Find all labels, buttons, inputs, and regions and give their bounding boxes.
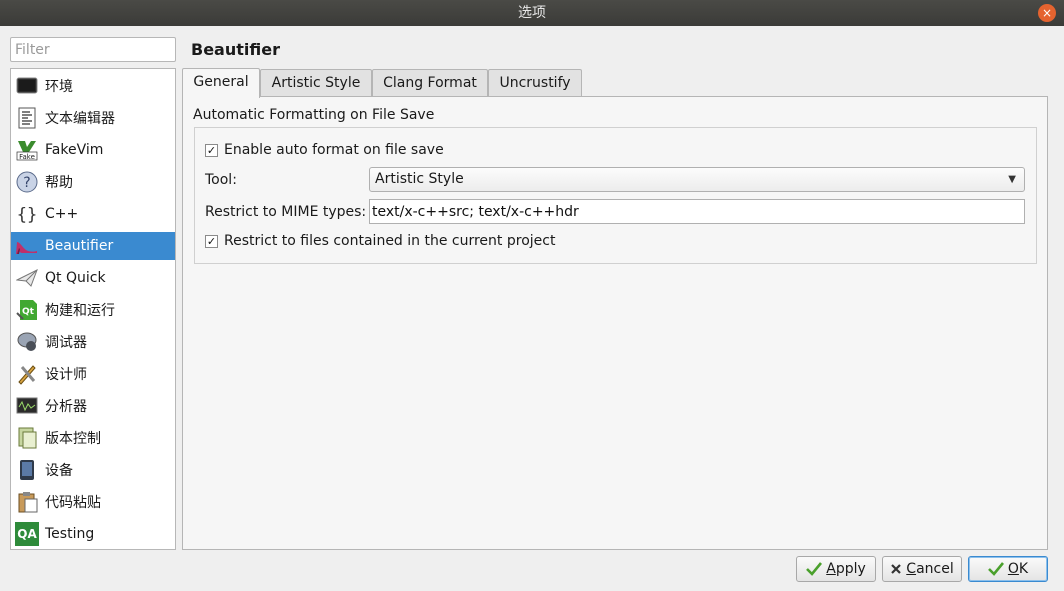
mime-types-input[interactable]: [369, 199, 1025, 224]
nav-item-beautifier[interactable]: Beautifier: [11, 232, 175, 260]
nav-label: 代码粘贴: [45, 495, 101, 511]
device-tablet-icon: [15, 458, 39, 482]
nav-label: Beautifier: [45, 238, 114, 254]
checkbox-box[interactable]: ✓: [205, 143, 218, 157]
ok-mnemonic: O: [1007, 561, 1019, 577]
auto-format-group: ✓ Enable auto format on file save Tool: …: [194, 127, 1037, 264]
cancel-mnemonic: C: [906, 561, 917, 577]
close-icon: ×: [1041, 6, 1053, 20]
page-title: Beautifier: [191, 40, 280, 59]
clipboard-icon: [15, 490, 39, 514]
section-label: Automatic Formatting on File Save: [193, 107, 435, 123]
tab-artistic-style[interactable]: Artistic Style: [260, 69, 372, 97]
nav-item-designer[interactable]: 设计师: [11, 360, 175, 388]
cancel-button[interactable]: Cancel: [882, 556, 962, 582]
nav-item-version-control[interactable]: 版本控制: [11, 424, 175, 452]
svg-text:?: ?: [23, 175, 30, 191]
tool-value: Artistic Style: [375, 171, 464, 187]
nav-item-qt-quick[interactable]: Qt Quick: [11, 264, 175, 292]
nav-label: Qt Quick: [45, 270, 106, 286]
version-control-icon: [15, 426, 39, 450]
nav-label: 分析器: [45, 399, 87, 415]
nav-label: 调试器: [45, 335, 87, 351]
apply-label-rest: pply: [835, 561, 866, 577]
nav-item-text-editor[interactable]: 文本编辑器: [11, 104, 175, 132]
nav-item-help[interactable]: ? 帮助: [11, 168, 175, 196]
qa-icon: QA: [15, 522, 39, 546]
nav-item-devices[interactable]: 设备: [11, 456, 175, 484]
nav-label: 环境: [45, 79, 73, 95]
window-title: 选项: [518, 5, 546, 21]
help-icon: ?: [15, 170, 39, 194]
nav-label: Testing: [45, 526, 95, 542]
nav-item-fakevim[interactable]: Fake FakeVim: [11, 136, 175, 164]
ok-label-rest: K: [1018, 561, 1029, 577]
close-button[interactable]: ×: [1038, 4, 1056, 22]
cancel-x-icon: [890, 563, 902, 575]
nav-label: 版本控制: [45, 431, 101, 447]
nav-label: C++: [45, 206, 79, 222]
nav-item-analyzer[interactable]: 分析器: [11, 392, 175, 420]
nav-item-testing[interactable]: QA Testing: [11, 520, 175, 548]
enable-auto-format-checkbox[interactable]: ✓ Enable auto format on file save: [205, 142, 444, 158]
restrict-project-checkbox[interactable]: ✓ Restrict to files contained in the cur…: [205, 233, 555, 249]
nav-label: 设备: [45, 463, 73, 479]
text-document-icon: [15, 106, 39, 130]
monitor-icon: [15, 74, 39, 98]
nav-item-code-paste[interactable]: 代码粘贴: [11, 488, 175, 516]
filter-input[interactable]: [10, 37, 176, 62]
checkbox-label: Restrict to files contained in the curre…: [224, 233, 556, 249]
category-list: 环境 文本编辑器 Fake FakeVim ? 帮助 {} C++ Beauti…: [10, 68, 176, 550]
high-heel-icon: [15, 234, 39, 258]
svg-text:Qt: Qt: [22, 307, 35, 317]
checkmark-icon: [987, 562, 1004, 576]
cancel-label-rest: ancel: [916, 561, 954, 577]
nav-label: 帮助: [45, 175, 73, 191]
nav-label: FakeVim: [45, 142, 104, 158]
nav-item-debugger[interactable]: 调试器: [11, 328, 175, 356]
paper-plane-icon: [15, 266, 39, 290]
apply-button[interactable]: Apply: [796, 556, 876, 582]
tool-combobox[interactable]: Artistic Style ▼: [369, 167, 1025, 192]
title-bar: 选项 ×: [0, 0, 1064, 26]
braces-icon: {}: [15, 202, 39, 226]
tool-label: Tool:: [205, 172, 237, 188]
qt-build-icon: Qt: [15, 298, 39, 322]
nav-label: 设计师: [45, 367, 87, 383]
svg-text:Fake: Fake: [19, 153, 35, 161]
nav-label: 文本编辑器: [45, 111, 115, 127]
ok-button[interactable]: OK: [968, 556, 1048, 582]
designer-tools-icon: [15, 362, 39, 386]
checkbox-label: Enable auto format on file save: [224, 142, 444, 158]
tab-general[interactable]: General: [182, 68, 260, 98]
nav-item-environment[interactable]: 环境: [11, 72, 175, 100]
qa-badge-text: QA: [17, 527, 37, 541]
checkmark-icon: [806, 562, 823, 576]
nav-item-build-run[interactable]: Qt 构建和运行: [11, 296, 175, 324]
nav-label: 构建和运行: [45, 303, 115, 319]
chevron-down-icon: ▼: [1008, 174, 1016, 185]
general-panel: Automatic Formatting on File Save ✓ Enab…: [182, 96, 1048, 550]
oscilloscope-icon: [15, 394, 39, 418]
mime-label: Restrict to MIME types:: [205, 204, 367, 220]
tab-clang-format[interactable]: Clang Format: [372, 69, 488, 97]
tab-uncrustify[interactable]: Uncrustify: [488, 69, 582, 97]
checkbox-box[interactable]: ✓: [205, 234, 218, 248]
debugger-bug-icon: [15, 330, 39, 354]
fakevim-icon: Fake: [15, 138, 39, 162]
svg-text:{}: {}: [17, 205, 37, 225]
apply-mnemonic: A: [826, 561, 836, 577]
nav-item-cpp[interactable]: {} C++: [11, 200, 175, 228]
